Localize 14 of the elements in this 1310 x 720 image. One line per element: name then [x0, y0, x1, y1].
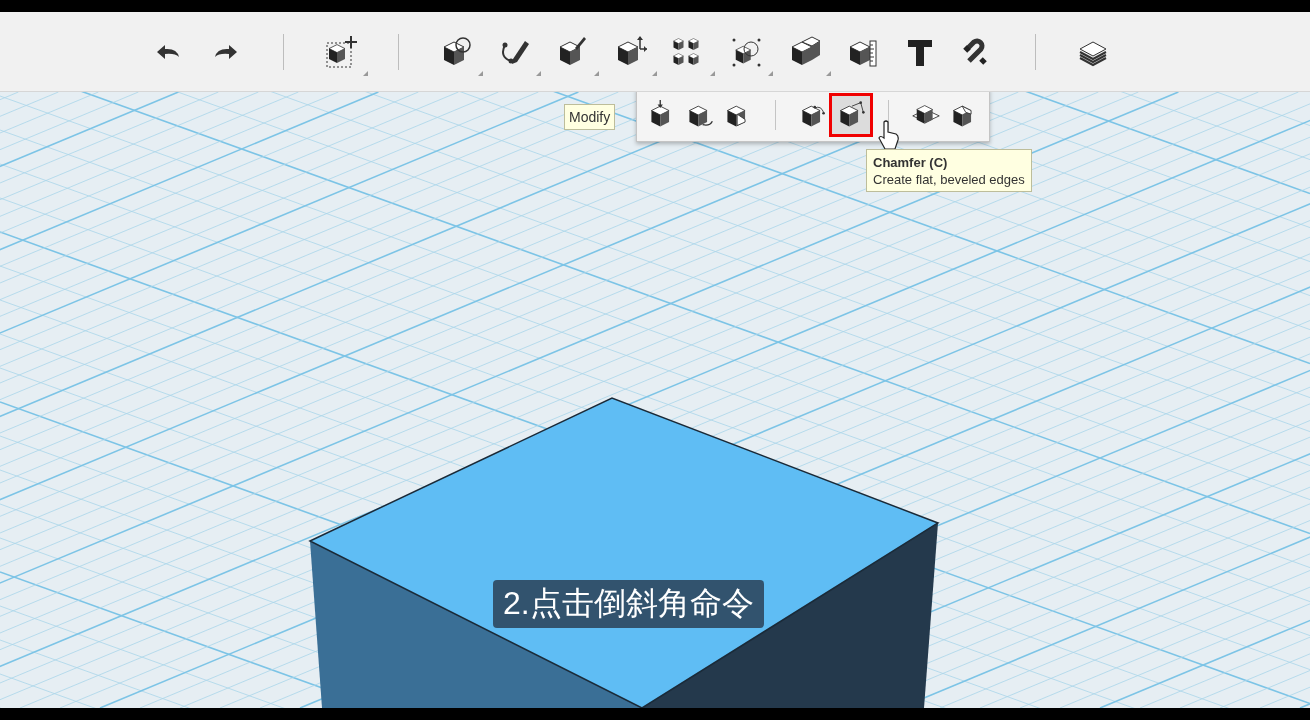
tooltip-title: Chamfer (C) — [873, 155, 949, 170]
submenu-corner-icon — [651, 70, 657, 76]
submenu-corner-icon — [535, 70, 541, 76]
submenu-corner-icon — [593, 70, 599, 76]
cube-move-icon — [323, 34, 358, 69]
submenu-corner-icon — [825, 70, 831, 76]
submenu-corner-icon — [477, 70, 483, 76]
tooltip: Modify — [564, 104, 616, 130]
submenu-corner-icon — [767, 70, 773, 76]
tool-button[interactable] — [829, 93, 873, 137]
submenu-corner-icon — [709, 70, 715, 76]
submenu-corner-icon — [362, 70, 368, 76]
tooltip-description: Create flat, beveled edges — [873, 172, 1025, 187]
subtitle-caption: 2.点击倒斜角命令 — [493, 580, 764, 628]
